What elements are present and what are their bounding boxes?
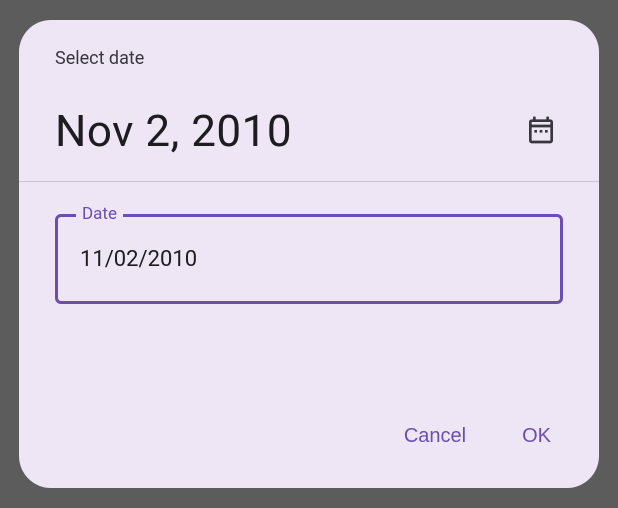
dialog-header: Select date Nov 2, 2010 <box>19 20 599 181</box>
date-picker-dialog: Select date Nov 2, 2010 Date Cancel OK <box>19 20 599 488</box>
display-date-row: Nov 2, 2010 <box>55 105 563 157</box>
dialog-title: Select date <box>55 48 563 69</box>
date-input-label: Date <box>76 204 123 224</box>
dialog-body: Date <box>19 182 599 413</box>
date-input-field[interactable]: Date <box>55 214 563 304</box>
calendar-icon <box>525 114 557 149</box>
cancel-button[interactable]: Cancel <box>396 413 474 460</box>
date-input[interactable] <box>80 247 538 272</box>
calendar-toggle-button[interactable] <box>519 108 563 155</box>
display-date-text: Nov 2, 2010 <box>55 105 292 157</box>
dialog-actions: Cancel OK <box>19 413 599 488</box>
ok-button[interactable]: OK <box>514 413 559 460</box>
